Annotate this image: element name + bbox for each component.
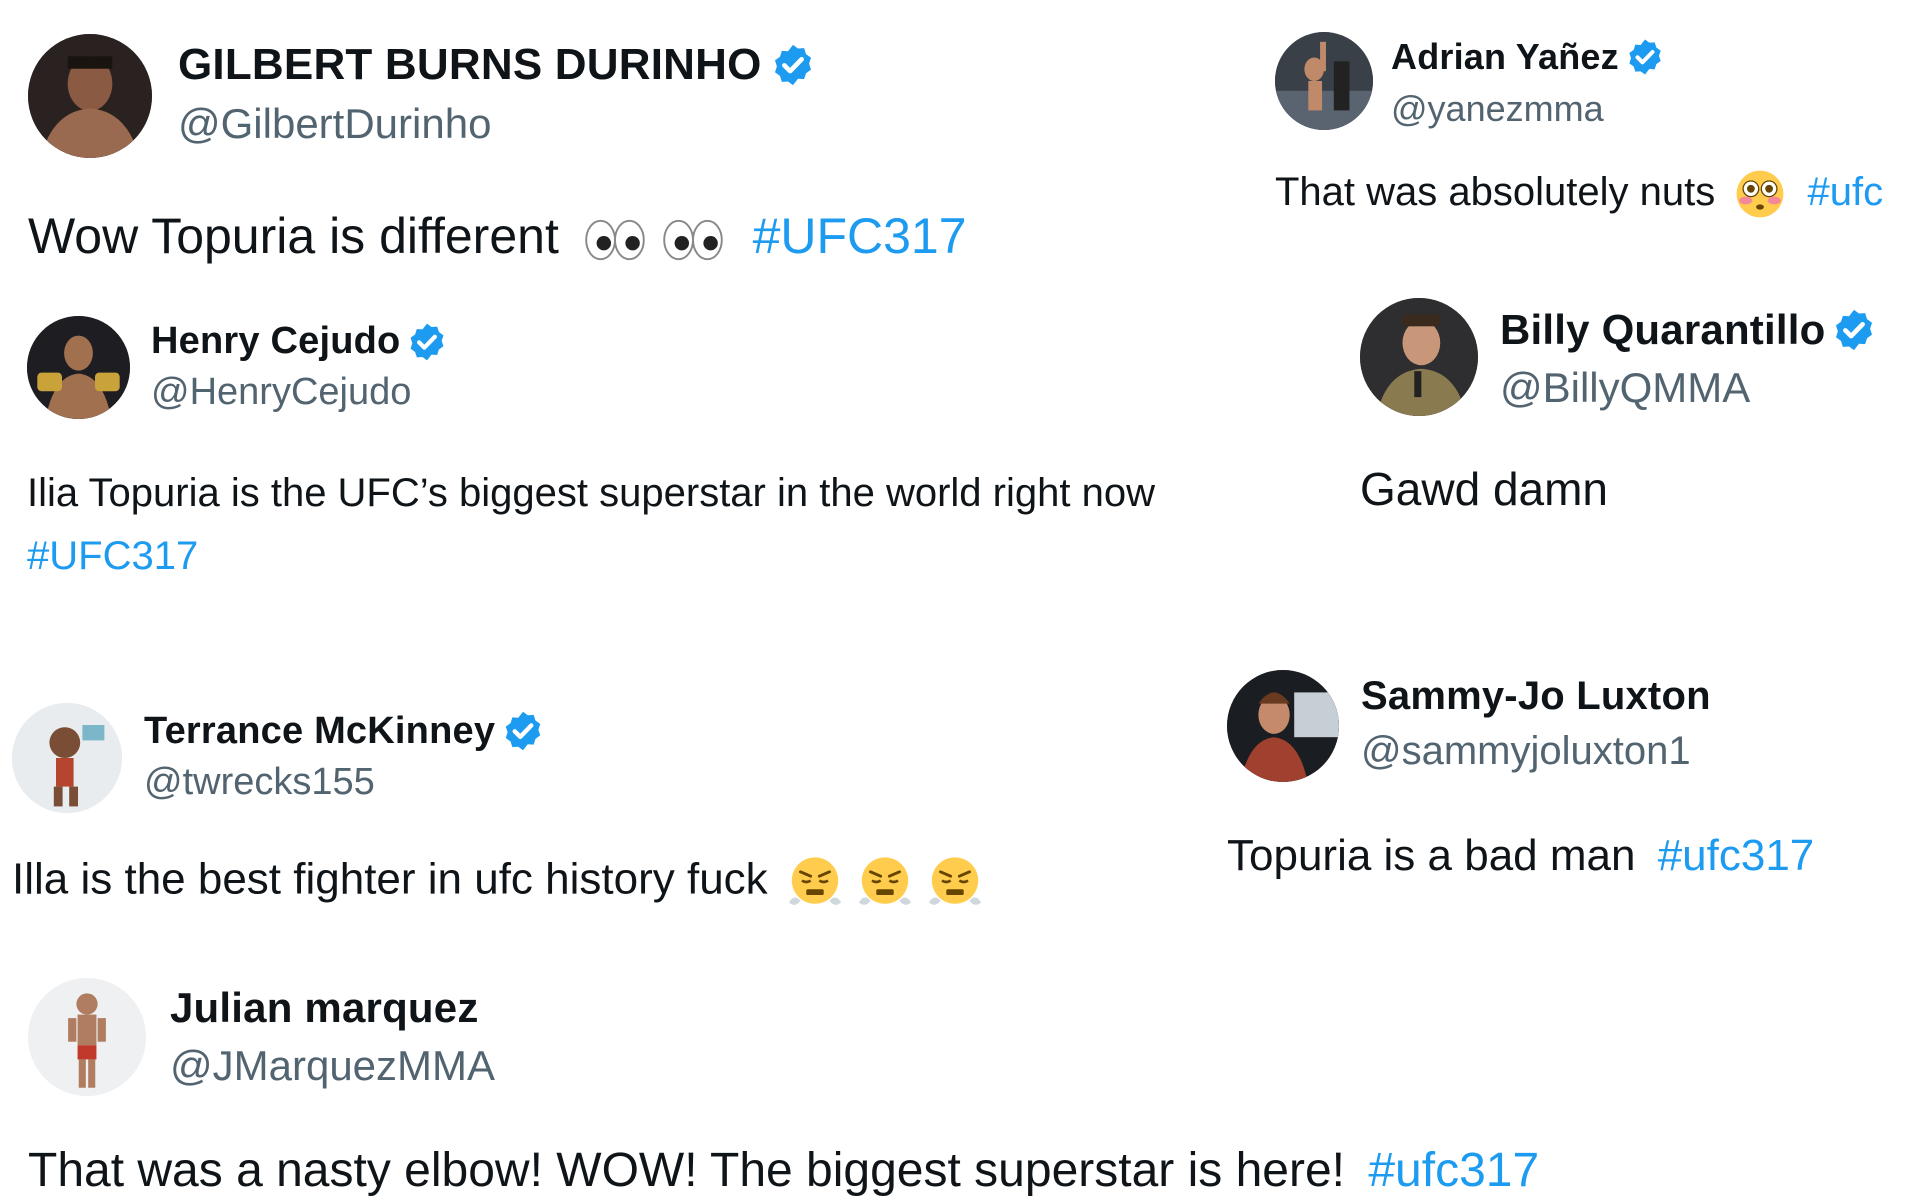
verified-badge-icon (770, 42, 816, 88)
hashtag-link[interactable]: #ufc (1807, 170, 1883, 214)
tweet-text: Illa is the best fighter in ufc history … (12, 853, 984, 911)
hashtag-link[interactable]: #UFC317 (27, 525, 1155, 588)
tweet-text: Wow Topuria is different #UFC317 (28, 206, 967, 268)
tweet-body: That was absolutely nuts (1275, 170, 1716, 214)
tweet-body: Gawd damn (1360, 463, 1609, 515)
hashtag-link[interactable]: #UFC317 (753, 208, 967, 264)
tweet-body: That was a nasty elbow! WOW! The biggest… (28, 1144, 1345, 1197)
user-handle[interactable]: @sammyjoluxton1 (1361, 729, 1711, 774)
face-with-steam-icon (926, 853, 984, 911)
avatar[interactable] (28, 34, 152, 158)
user-handle[interactable]: @twrecks155 (144, 761, 545, 804)
avatar[interactable] (1275, 32, 1373, 130)
user-handle[interactable]: @yanezmma (1391, 88, 1665, 130)
avatar[interactable] (27, 316, 130, 419)
flushed-face-icon (1734, 168, 1786, 220)
tweet-text: Topuria is a bad man #ufc317 (1227, 830, 1814, 883)
display-name[interactable]: Billy Quarantillo (1500, 306, 1825, 354)
tweet-text: Gawd damn (1360, 462, 1608, 517)
verified-badge-icon (1625, 37, 1665, 77)
verified-badge-icon (501, 709, 545, 753)
verified-badge-icon (1831, 307, 1877, 353)
face-with-steam-icon (786, 853, 844, 911)
avatar[interactable] (1227, 670, 1339, 782)
verified-badge-icon (406, 321, 448, 363)
user-handle[interactable]: @BillyQMMA (1500, 364, 1877, 412)
eyes-icon (661, 212, 725, 268)
hashtag-link[interactable]: #ufc317 (1658, 831, 1815, 880)
face-with-steam-icon (856, 853, 914, 911)
user-handle[interactable]: @JMarquezMMA (170, 1042, 495, 1090)
user-handle[interactable]: @HenryCejudo (151, 371, 448, 414)
display-name[interactable]: Terrance McKinney (144, 710, 495, 753)
display-name[interactable]: Adrian Yañez (1391, 36, 1619, 78)
tweet-body: Illa is the best fighter in ufc history … (12, 854, 768, 904)
display-name[interactable]: Julian marquez (170, 984, 479, 1032)
user-handle[interactable]: @GilbertDurinho (178, 100, 816, 148)
display-name[interactable]: Sammy-Jo Luxton (1361, 674, 1711, 719)
tweet-text: Ilia Topuria is the UFC’s biggest supers… (27, 462, 1155, 588)
display-name[interactable]: Henry Cejudo (151, 320, 400, 363)
tweet-body: Ilia Topuria is the UFC’s biggest supers… (27, 471, 1155, 515)
tweet-body: Topuria is a bad man (1227, 831, 1636, 880)
tweet-text: That was a nasty elbow! WOW! The biggest… (28, 1142, 1539, 1200)
display-name[interactable]: GILBERT BURNS DURINHO (178, 40, 762, 90)
hashtag-link[interactable]: #ufc317 (1368, 1144, 1539, 1197)
tweet-body: Wow Topuria is different (28, 208, 559, 264)
avatar[interactable] (1360, 298, 1478, 416)
avatar[interactable] (28, 978, 146, 1096)
tweet-text: That was absolutely nuts #ufc (1275, 168, 1883, 220)
avatar[interactable] (12, 703, 122, 813)
eyes-icon (583, 212, 647, 268)
